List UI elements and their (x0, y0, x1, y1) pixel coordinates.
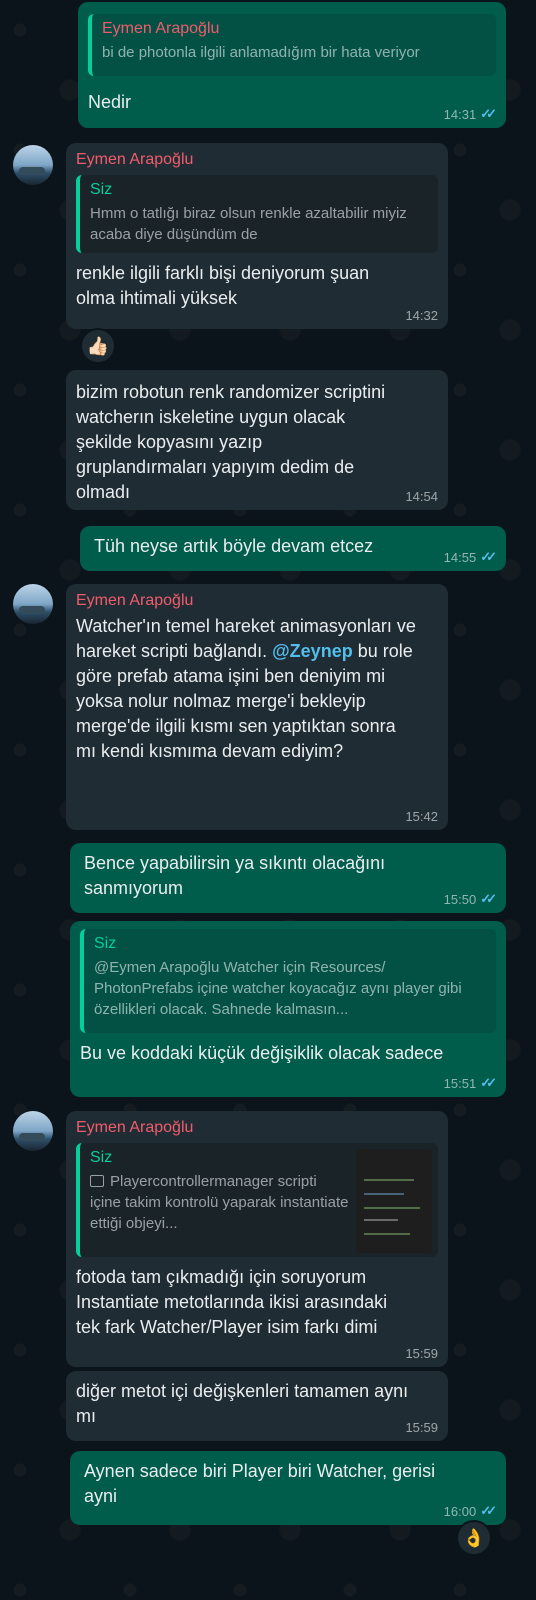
quoted-message[interactable]: Siz @Eymen Arapoğlu Watcher için Resourc… (80, 929, 496, 1033)
message-text: Aynen sadece biri Player biri Watcher, g… (84, 1461, 436, 1506)
quoted-message[interactable]: Siz Hmm o tatlığı biraz olsun renkle aza… (76, 175, 438, 253)
message-meta: 14:55 ✓✓ (443, 549, 497, 565)
sender-name[interactable]: Eymen Arapoğlu (76, 151, 438, 169)
message-text: Nedir (88, 92, 132, 112)
quote-text: bi de photonla ilgili anlamadığım bir ha… (102, 44, 420, 61)
message-text: fotoda tam çıkmadığı için soruyorum Inst… (76, 1267, 388, 1337)
quoted-message[interactable]: Eymen Arapoğlu bi de photonla ilgili anl… (88, 14, 496, 76)
incoming-message[interactable]: Eymen Arapoğlu Watcher'ın temel hareket … (66, 584, 448, 830)
outgoing-message[interactable]: Siz @Eymen Arapoğlu Watcher için Resourc… (70, 921, 506, 1097)
message-time: 14:55 (443, 549, 477, 565)
avatar[interactable] (13, 584, 53, 624)
message-time: 15:59 (405, 1420, 438, 1435)
quote-author: Eymen Arapoğlu (102, 20, 220, 37)
read-ticks-icon: ✓✓ (480, 549, 497, 564)
message-meta: 15:59 (405, 1420, 438, 1435)
outgoing-message[interactable]: Tüh neyse artık böyle devam etcez 14:55 … (80, 526, 506, 571)
message-time: 14:31 (443, 106, 477, 122)
message-time: 16:00 (443, 1503, 477, 1519)
avatar[interactable] (13, 1111, 53, 1151)
quote-author: Siz (90, 181, 113, 198)
message-time: 15:59 (405, 1346, 438, 1361)
read-ticks-icon: ✓✓ (480, 1503, 497, 1518)
message-meta: 15:51 ✓✓ (443, 1075, 497, 1091)
message-meta: 14:54 (405, 489, 438, 504)
read-ticks-icon: ✓✓ (480, 891, 497, 906)
quote-author: Siz (94, 935, 117, 952)
quote-text-value: Playercontrollermanager scripti içine ta… (90, 1173, 349, 1232)
quoted-message[interactable]: Siz Playercontrollermanager scripti için… (76, 1143, 438, 1257)
message-text: Bence yapabilirsin ya sıkıntı olacağını … (84, 853, 386, 898)
sender-name[interactable]: Eymen Arapoğlu (76, 1119, 438, 1137)
read-ticks-icon: ✓✓ (480, 1075, 497, 1090)
quote-text: Hmm o tatlığı biraz olsun renkle azaltab… (90, 205, 407, 243)
quoted-photo-thumbnail[interactable] (356, 1149, 432, 1253)
incoming-message[interactable]: bizim robotun renk randomizer scriptini … (66, 370, 448, 510)
thumbs-up-reaction-icon[interactable]: 👍🏻 (80, 328, 116, 364)
message-text: Bu ve koddaki küçük değişiklik olacak sa… (80, 1043, 444, 1063)
message-text: renkle ilgili farklı bişi deniyorum şuan… (76, 263, 370, 308)
message-time: 14:32 (405, 308, 438, 323)
message-text: bizim robotun renk randomizer scriptini … (76, 382, 386, 502)
message-meta: 16:00 ✓✓ (443, 1503, 497, 1519)
incoming-message[interactable]: diğer metot içi değişkenleri tamamen ayn… (66, 1371, 448, 1441)
incoming-message[interactable]: Eymen Arapoğlu Siz Hmm o tatlığı biraz o… (66, 143, 448, 329)
outgoing-message[interactable]: Aynen sadece biri Player biri Watcher, g… (70, 1451, 506, 1525)
message-meta: 15:50 ✓✓ (443, 891, 497, 907)
message-meta: 15:59 (405, 1346, 438, 1361)
message-text: Tüh neyse artık böyle devam etcez (94, 536, 374, 556)
message-time: 15:50 (443, 891, 477, 907)
message-text: Watcher'ın temel hareket animasyonları v… (76, 614, 416, 764)
avatar[interactable] (13, 145, 53, 185)
message-text: diğer metot içi değişkenleri tamamen ayn… (76, 1381, 409, 1426)
outgoing-message[interactable]: Eymen Arapoğlu bi de photonla ilgili anl… (78, 2, 506, 128)
message-time: 15:51 (443, 1075, 477, 1091)
outgoing-message[interactable]: Bence yapabilirsin ya sıkıntı olacağını … (70, 843, 506, 913)
message-meta: 14:31 ✓✓ (443, 106, 497, 122)
user-mention-link[interactable]: @Zeynep (272, 641, 353, 661)
read-ticks-icon: ✓✓ (480, 106, 497, 121)
incoming-message[interactable]: Eymen Arapoğlu Siz Playercontrollermanag… (66, 1111, 448, 1367)
message-meta: 15:42 (405, 809, 438, 824)
message-time: 14:54 (405, 489, 438, 504)
ok-hand-reaction-icon[interactable]: 👌 (456, 1520, 492, 1556)
sender-name[interactable]: Eymen Arapoğlu (76, 592, 438, 610)
photo-icon (90, 1175, 104, 1188)
quote-text: @Eymen Arapoğlu Watcher için Resources/ … (94, 959, 462, 1018)
quote-text: Playercontrollermanager scripti içine ta… (90, 1171, 350, 1234)
message-time: 15:42 (405, 809, 438, 824)
message-meta: 14:32 (405, 308, 438, 323)
